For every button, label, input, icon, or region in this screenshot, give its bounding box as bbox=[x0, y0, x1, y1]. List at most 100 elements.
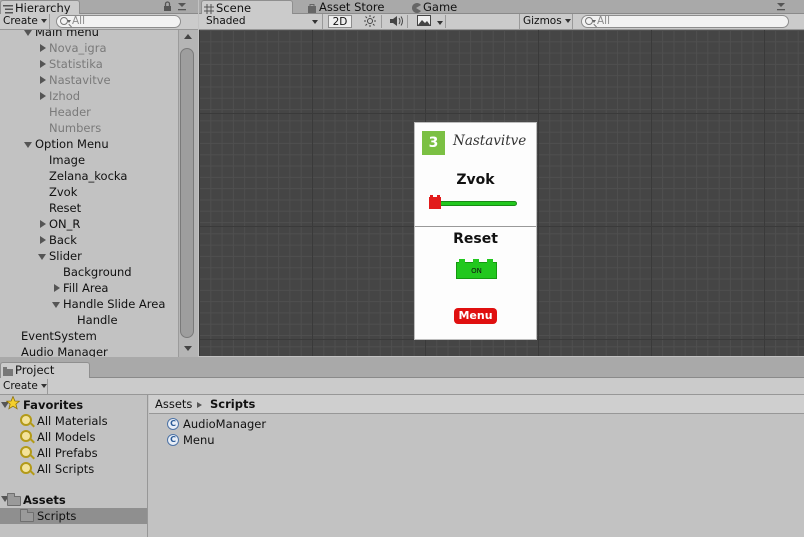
tab-game[interactable]: Game bbox=[409, 0, 499, 14]
sound-slider-handle[interactable] bbox=[429, 195, 441, 209]
expand-arrow-right-icon[interactable] bbox=[40, 92, 46, 100]
script-file-item[interactable]: Menu bbox=[183, 432, 215, 448]
hierarchy-item[interactable]: Izhod bbox=[0, 88, 178, 104]
breadcrumb: Assets Scripts bbox=[149, 395, 804, 414]
hierarchy-item[interactable]: ON_R bbox=[0, 216, 178, 232]
sound-slider-track[interactable] bbox=[432, 201, 517, 206]
gizmos-dropdown[interactable]: Gizmos bbox=[519, 14, 573, 29]
project-folder-tree: Favorites All Materials All Models All Pre… bbox=[0, 395, 148, 537]
project-create-button[interactable]: Create bbox=[0, 379, 48, 394]
project-toolbar: Create bbox=[0, 378, 804, 395]
hierarchy-item[interactable]: Statistika bbox=[0, 56, 178, 72]
assets-label[interactable]: Assets bbox=[23, 492, 66, 508]
selected-folder-row[interactable]: Scripts bbox=[0, 508, 147, 524]
breadcrumb-assets[interactable]: Assets bbox=[155, 397, 192, 411]
expand-arrow-right-icon[interactable] bbox=[40, 60, 46, 68]
reset-on-toggle[interactable]: ON bbox=[456, 259, 497, 279]
expand-arrow-down-icon[interactable] bbox=[38, 254, 46, 260]
script-file-item[interactable]: AudioManager bbox=[183, 416, 266, 432]
scene-search-input[interactable]: All bbox=[581, 15, 789, 28]
hierarchy-item[interactable]: Background bbox=[0, 264, 178, 280]
hierarchy-scrollbar[interactable] bbox=[178, 30, 198, 357]
expand-arrow-right-icon[interactable] bbox=[40, 220, 46, 228]
hierarchy-item[interactable]: Image bbox=[0, 152, 178, 168]
favorite-item[interactable]: All Prefabs bbox=[37, 445, 98, 461]
scene-panel-menu-icon[interactable] bbox=[776, 1, 786, 15]
hierarchy-item-label: Handle Slide Area bbox=[63, 297, 166, 311]
tab-asset-store-label: Asset Store bbox=[319, 0, 385, 14]
header-title: Nastavitve bbox=[453, 133, 527, 149]
tab-game-label: Game bbox=[423, 0, 458, 14]
hierarchy-item[interactable]: Handle Slide Area bbox=[0, 296, 178, 312]
favorite-item[interactable]: All Models bbox=[37, 429, 95, 445]
hierarchy-item[interactable]: Reset bbox=[0, 200, 178, 216]
hierarchy-item[interactable]: Nastavitve bbox=[0, 72, 178, 88]
favorites-label[interactable]: Favorites bbox=[23, 397, 83, 413]
panel-menu-icon[interactable] bbox=[177, 1, 187, 15]
hierarchy-search-input[interactable]: All bbox=[56, 15, 181, 28]
toggle-2d-button[interactable]: 2D bbox=[328, 15, 352, 28]
hierarchy-item[interactable]: Header bbox=[0, 104, 178, 120]
hierarchy-item-label: Numbers bbox=[49, 121, 102, 135]
hierarchy-item[interactable]: Numbers bbox=[0, 120, 178, 136]
hierarchy-item[interactable]: Zelana_kocka bbox=[0, 168, 178, 184]
hierarchy-list-icon bbox=[3, 3, 13, 14]
favorite-item[interactable]: All Materials bbox=[37, 413, 108, 429]
tab-hierarchy[interactable]: Hierarchy bbox=[0, 0, 80, 15]
mode-2d-label: 2D bbox=[332, 16, 348, 28]
hierarchy-item-label: Slider bbox=[49, 249, 82, 263]
hierarchy-item[interactable]: Handle bbox=[0, 312, 178, 328]
hierarchy-item[interactable]: Zvok bbox=[0, 184, 178, 200]
menu-button[interactable]: Menu bbox=[454, 308, 497, 324]
hierarchy-item-label: Zvok bbox=[49, 185, 78, 199]
game-canvas-preview[interactable]: 3 Nastavitve Zvok Reset ON Menu bbox=[414, 122, 537, 340]
dropdown-caret-icon bbox=[312, 20, 318, 24]
scroll-up-icon[interactable] bbox=[184, 34, 192, 39]
shading-mode-dropdown[interactable]: Shaded bbox=[203, 14, 323, 29]
hierarchy-scroll-thumb[interactable] bbox=[180, 48, 194, 338]
hierarchy-item[interactable]: EventSystem bbox=[0, 328, 178, 344]
hierarchy-item-label: Header bbox=[49, 105, 91, 119]
breadcrumb-scripts[interactable]: Scripts bbox=[210, 397, 255, 411]
hierarchy-item[interactable]: Main menu bbox=[0, 30, 178, 40]
sound-label: Zvok bbox=[456, 172, 495, 188]
project-folder-icon bbox=[3, 365, 13, 376]
hierarchy-item[interactable]: Slider bbox=[0, 248, 178, 264]
expand-arrow-down-icon[interactable] bbox=[52, 302, 60, 308]
hierarchy-item[interactable]: Back bbox=[0, 232, 178, 248]
hierarchy-item-label: Audio Manager bbox=[21, 345, 108, 357]
tab-project[interactable]: Project bbox=[0, 362, 90, 378]
hierarchy-item[interactable]: Fill Area bbox=[0, 280, 178, 296]
hierarchy-item[interactable]: Audio Manager bbox=[0, 344, 178, 357]
breadcrumb-separator-icon bbox=[197, 402, 202, 408]
brick-studs-icon bbox=[430, 195, 440, 198]
tab-asset-store[interactable]: Asset Store bbox=[305, 0, 409, 14]
expand-arrow-down-icon[interactable] bbox=[24, 142, 32, 148]
scripts-folder-label: Scripts bbox=[37, 509, 77, 523]
csharp-script-icon: C bbox=[167, 434, 179, 446]
hierarchy-tabbar: Hierarchy bbox=[0, 0, 198, 15]
expand-arrow-right-icon[interactable] bbox=[40, 44, 46, 52]
expand-arrow-down-icon[interactable] bbox=[24, 30, 32, 36]
favorite-item[interactable]: All Scripts bbox=[37, 461, 94, 477]
expand-arrow-right-icon[interactable] bbox=[40, 236, 46, 244]
hierarchy-item[interactable]: Nova_igra bbox=[0, 40, 178, 56]
logo-number-badge: 3 bbox=[422, 131, 445, 155]
hierarchy-item-label: Image bbox=[49, 153, 86, 167]
scene-effects-dropdown[interactable] bbox=[414, 15, 446, 28]
expand-arrow-right-icon[interactable] bbox=[40, 76, 46, 84]
scene-audio-button[interactable] bbox=[386, 15, 408, 28]
speaker-icon bbox=[390, 16, 403, 26]
hierarchy-item-label: Back bbox=[49, 233, 77, 247]
hierarchy-item-label: Nastavitve bbox=[49, 73, 111, 87]
lock-icon[interactable] bbox=[163, 1, 172, 15]
project-tabbar: Project bbox=[0, 362, 804, 378]
scroll-down-icon[interactable] bbox=[184, 346, 192, 351]
expand-arrow-right-icon[interactable] bbox=[54, 284, 60, 292]
tab-scene[interactable]: Scene bbox=[201, 0, 293, 15]
hierarchy-item[interactable]: Option Menu bbox=[0, 136, 178, 152]
scene-lighting-button[interactable] bbox=[360, 15, 382, 28]
hierarchy-create-button[interactable]: Create bbox=[0, 14, 50, 29]
tab-project-label: Project bbox=[15, 363, 55, 377]
hierarchy-item-label: EventSystem bbox=[21, 329, 97, 343]
